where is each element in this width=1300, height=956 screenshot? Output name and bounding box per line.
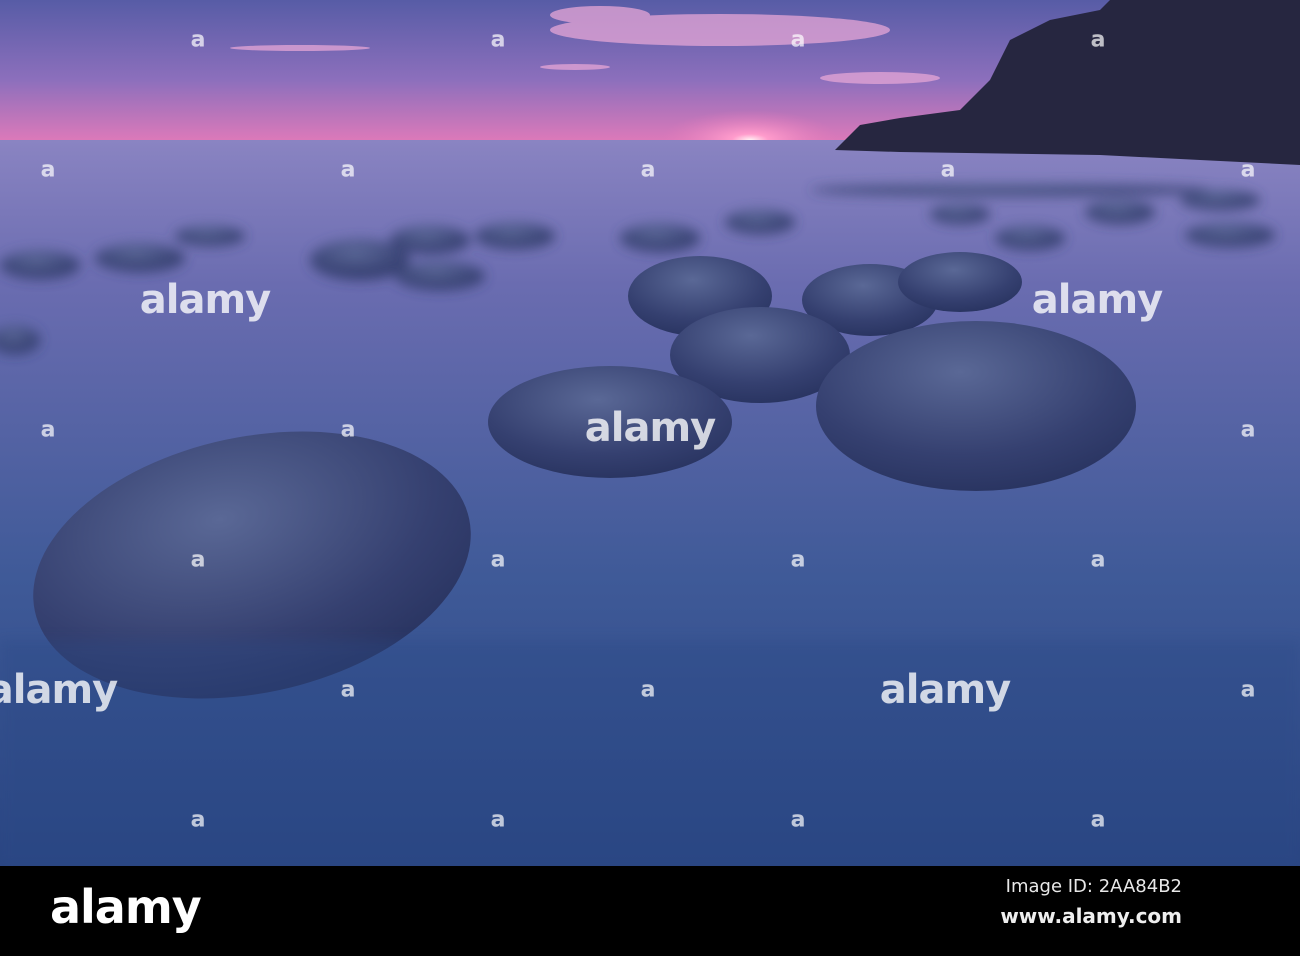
watermark-mark: a <box>190 807 206 833</box>
footer-bar: alamy Image ID: 2AA84B2 www.alamy.com <box>0 866 1300 956</box>
watermark-mark: a <box>1240 157 1256 183</box>
watermark-mark: a <box>490 547 506 573</box>
watermark-mark: a <box>1240 677 1256 703</box>
watermark-mark: a <box>1090 807 1106 833</box>
watermark-mark: a <box>640 677 656 703</box>
watermark-mark: a <box>190 27 206 53</box>
watermark-mark: a <box>1240 417 1256 443</box>
alamy-logo: alamy <box>50 880 202 934</box>
watermark-mark: a <box>790 27 806 53</box>
watermark-mark: a <box>1090 547 1106 573</box>
watermark-mark: a <box>790 547 806 573</box>
watermark-mark: a <box>40 157 56 183</box>
watermark: alamy <box>879 667 1011 713</box>
stock-photo-page: alamy alamy alamy alamy alamy a a a a a … <box>0 0 1300 956</box>
watermark-mark: a <box>190 547 206 573</box>
watermark: alamy <box>0 667 118 713</box>
watermark: alamy <box>139 277 271 323</box>
watermark-mark: a <box>340 417 356 443</box>
watermark: alamy <box>1031 277 1163 323</box>
boulder <box>898 252 1022 312</box>
watermark-mark: a <box>40 417 56 443</box>
watermark: alamy <box>584 405 716 451</box>
watermark-mark: a <box>340 677 356 703</box>
website-link[interactable]: www.alamy.com <box>1000 904 1182 928</box>
watermark-mark: a <box>340 157 356 183</box>
watermark-mark: a <box>1090 27 1106 53</box>
watermark-mark: a <box>490 807 506 833</box>
watermark-mark: a <box>490 27 506 53</box>
watermark-mark: a <box>640 157 656 183</box>
watermark-mark: a <box>940 157 956 183</box>
boulder <box>816 321 1136 491</box>
watermark-mark: a <box>790 807 806 833</box>
image-id: Image ID: 2AA84B2 <box>1005 876 1182 897</box>
